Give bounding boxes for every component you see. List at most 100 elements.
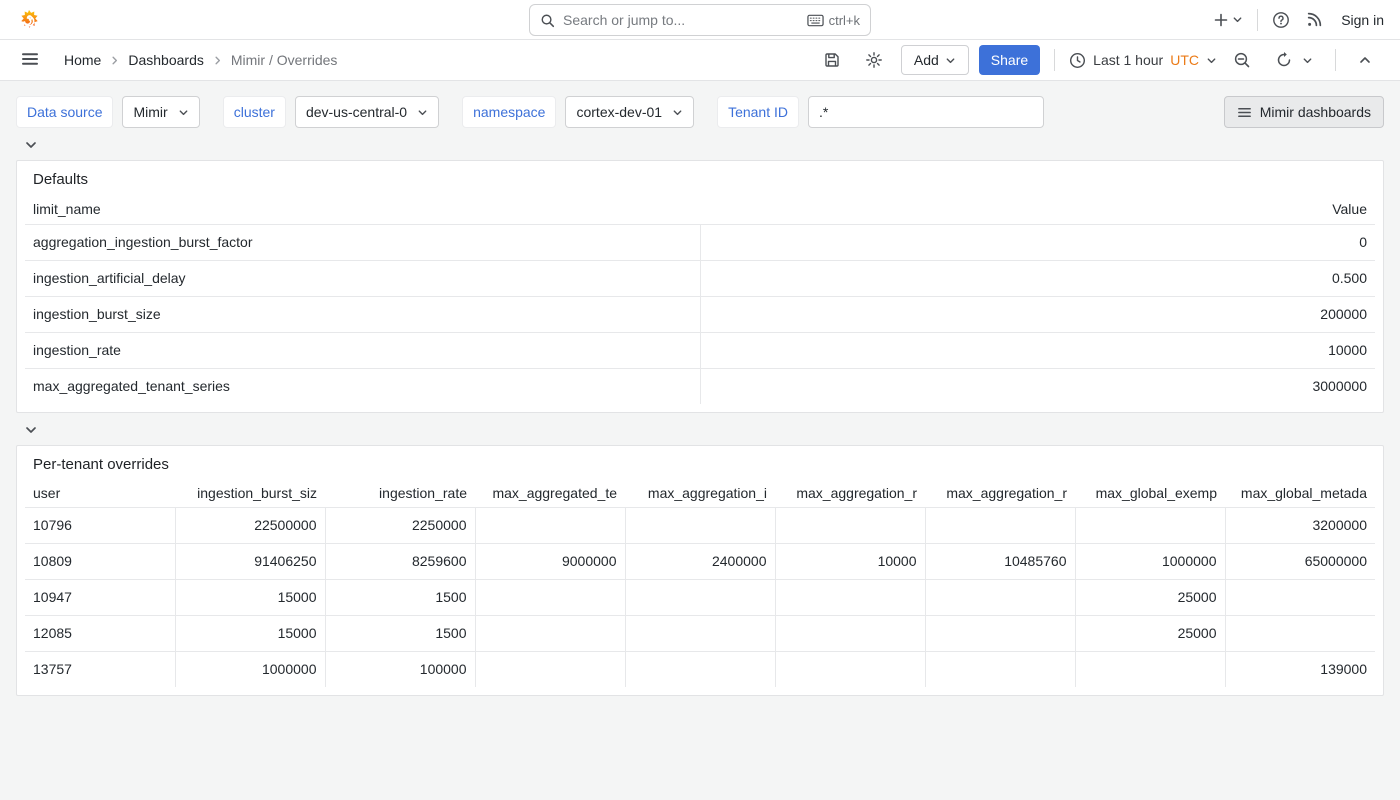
cell [1225,615,1375,651]
sign-in-button[interactable]: Sign in [1341,12,1384,28]
cell [925,579,1075,615]
column-header-max-global-exemplars[interactable]: max_global_exemp [1075,479,1225,507]
share-button[interactable]: Share [979,45,1040,75]
help-button[interactable] [1268,7,1294,33]
time-range-picker[interactable]: Last 1 hour UTC [1065,52,1221,69]
chevron-right-icon [212,55,223,66]
cell: 1000000 [1075,543,1225,579]
cell [925,615,1075,651]
column-header-max-aggregation-r2[interactable]: max_aggregation_r [925,479,1075,507]
limit-name-cell: ingestion_artificial_delay [25,260,700,296]
refresh-icon [1275,51,1293,69]
dashboard-settings-button[interactable] [861,47,887,73]
cell: 100000 [325,651,475,687]
cell: 91406250 [175,543,325,579]
refresh-button[interactable] [1271,47,1317,73]
table-row: 12085 15000 1500 25000 [25,615,1375,651]
zoom-out-time-button[interactable] [1229,47,1255,73]
new-menu-button[interactable] [1209,8,1247,32]
cell [1225,579,1375,615]
row-collapse-toggle[interactable] [22,136,40,154]
namespace-label: namespace [462,96,556,128]
cell [625,579,775,615]
add-panel-button[interactable]: Add [901,45,969,75]
chevron-up-icon [1358,53,1372,67]
cell: 12085 [25,615,175,651]
cell: 9000000 [475,543,625,579]
variable-cluster: cluster dev-us-central-0 [223,96,439,128]
chevron-down-icon [178,107,189,118]
cell: 1500 [325,579,475,615]
limit-name-cell: ingestion_burst_size [25,296,700,332]
chevron-down-icon [417,107,428,118]
cell: 10485760 [925,543,1075,579]
collapse-controls-button[interactable] [1354,49,1376,71]
save-icon [823,51,841,69]
limit-value-cell: 10000 [700,332,1375,368]
table-row: 10947 15000 1500 25000 [25,579,1375,615]
cell: 25000 [1075,579,1225,615]
chevron-down-icon [24,138,38,152]
plus-icon [1213,12,1229,28]
column-header-ingestion-burst-size[interactable]: ingestion_burst_siz [175,479,325,507]
per-tenant-overrides-panel: Per-tenant overrides user ingestion_burs… [16,445,1384,696]
chevron-down-icon [1232,14,1243,25]
dashboard-controls: Data source Mimir cluster dev-us-central… [0,81,1400,128]
menu-icon [20,49,40,69]
breadcrumb: Home Dashboards Mimir / Overrides [64,52,337,68]
per-tenant-overrides-table: user ingestion_burst_siz ingestion_rate … [25,479,1375,687]
search-input[interactable]: Search or jump to... ctrl+k [529,4,871,36]
tenant-id-label: Tenant ID [717,96,799,128]
table-row: 10796 22500000 2250000 3200000 [25,507,1375,543]
namespace-value: cortex-dev-01 [576,104,662,120]
cell: 13757 [25,651,175,687]
save-dashboard-button[interactable] [819,47,845,73]
search-icon [540,13,555,28]
cell: 10809 [25,543,175,579]
defaults-panel: Defaults limit_name Value aggregation_in… [16,160,1384,413]
mimir-dashboards-button[interactable]: Mimir dashboards [1224,96,1384,128]
column-header-user[interactable]: user [25,479,175,507]
table-row: ingestion_burst_size 200000 [25,296,1375,332]
cell [625,615,775,651]
menu-toggle-button[interactable] [16,45,44,76]
column-header-limit-name[interactable]: limit_name [25,194,700,224]
column-header-value[interactable]: Value [700,194,1375,224]
chevron-down-icon [1302,55,1313,66]
grafana-logo-icon[interactable] [16,7,42,33]
keyboard-icon [807,14,824,27]
table-row: max_aggregated_tenant_series 3000000 [25,368,1375,404]
limit-value-cell: 200000 [700,296,1375,332]
table-row: ingestion_artificial_delay 0.500 [25,260,1375,296]
timezone-label: UTC [1170,52,1199,68]
column-header-max-aggregated[interactable]: max_aggregated_te [475,479,625,507]
table-row: 13757 1000000 100000 139000 [25,651,1375,687]
variable-datasource: Data source Mimir [16,96,200,128]
datasource-label: Data source [16,96,113,128]
breadcrumb-dashboards[interactable]: Dashboards [128,52,204,68]
column-header-ingestion-rate[interactable]: ingestion_rate [325,479,475,507]
cluster-select[interactable]: dev-us-central-0 [295,96,439,128]
chevron-down-icon [24,423,38,437]
cell [475,507,625,543]
column-header-max-aggregation-i[interactable]: max_aggregation_i [625,479,775,507]
news-button[interactable] [1302,7,1327,32]
row-collapse-toggle[interactable] [22,421,40,439]
cell [475,579,625,615]
datasource-select[interactable]: Mimir [122,96,199,128]
top-nav: Search or jump to... ctrl+k [0,0,1400,40]
dashboards-list-icon [1237,105,1252,120]
panel-title: Defaults [17,161,1383,194]
column-header-max-global-metadata[interactable]: max_global_metada [1225,479,1375,507]
cell: 1000000 [175,651,325,687]
breadcrumb-home[interactable]: Home [64,52,101,68]
cell: 8259600 [325,543,475,579]
divider [1335,49,1336,71]
cell: 3200000 [1225,507,1375,543]
tenant-id-input[interactable] [808,96,1044,128]
cell [475,651,625,687]
namespace-select[interactable]: cortex-dev-01 [565,96,694,128]
panel-title: Per-tenant overrides [17,446,1383,479]
column-header-max-aggregation-r1[interactable]: max_aggregation_r [775,479,925,507]
breadcrumb-current: Mimir / Overrides [231,52,338,68]
